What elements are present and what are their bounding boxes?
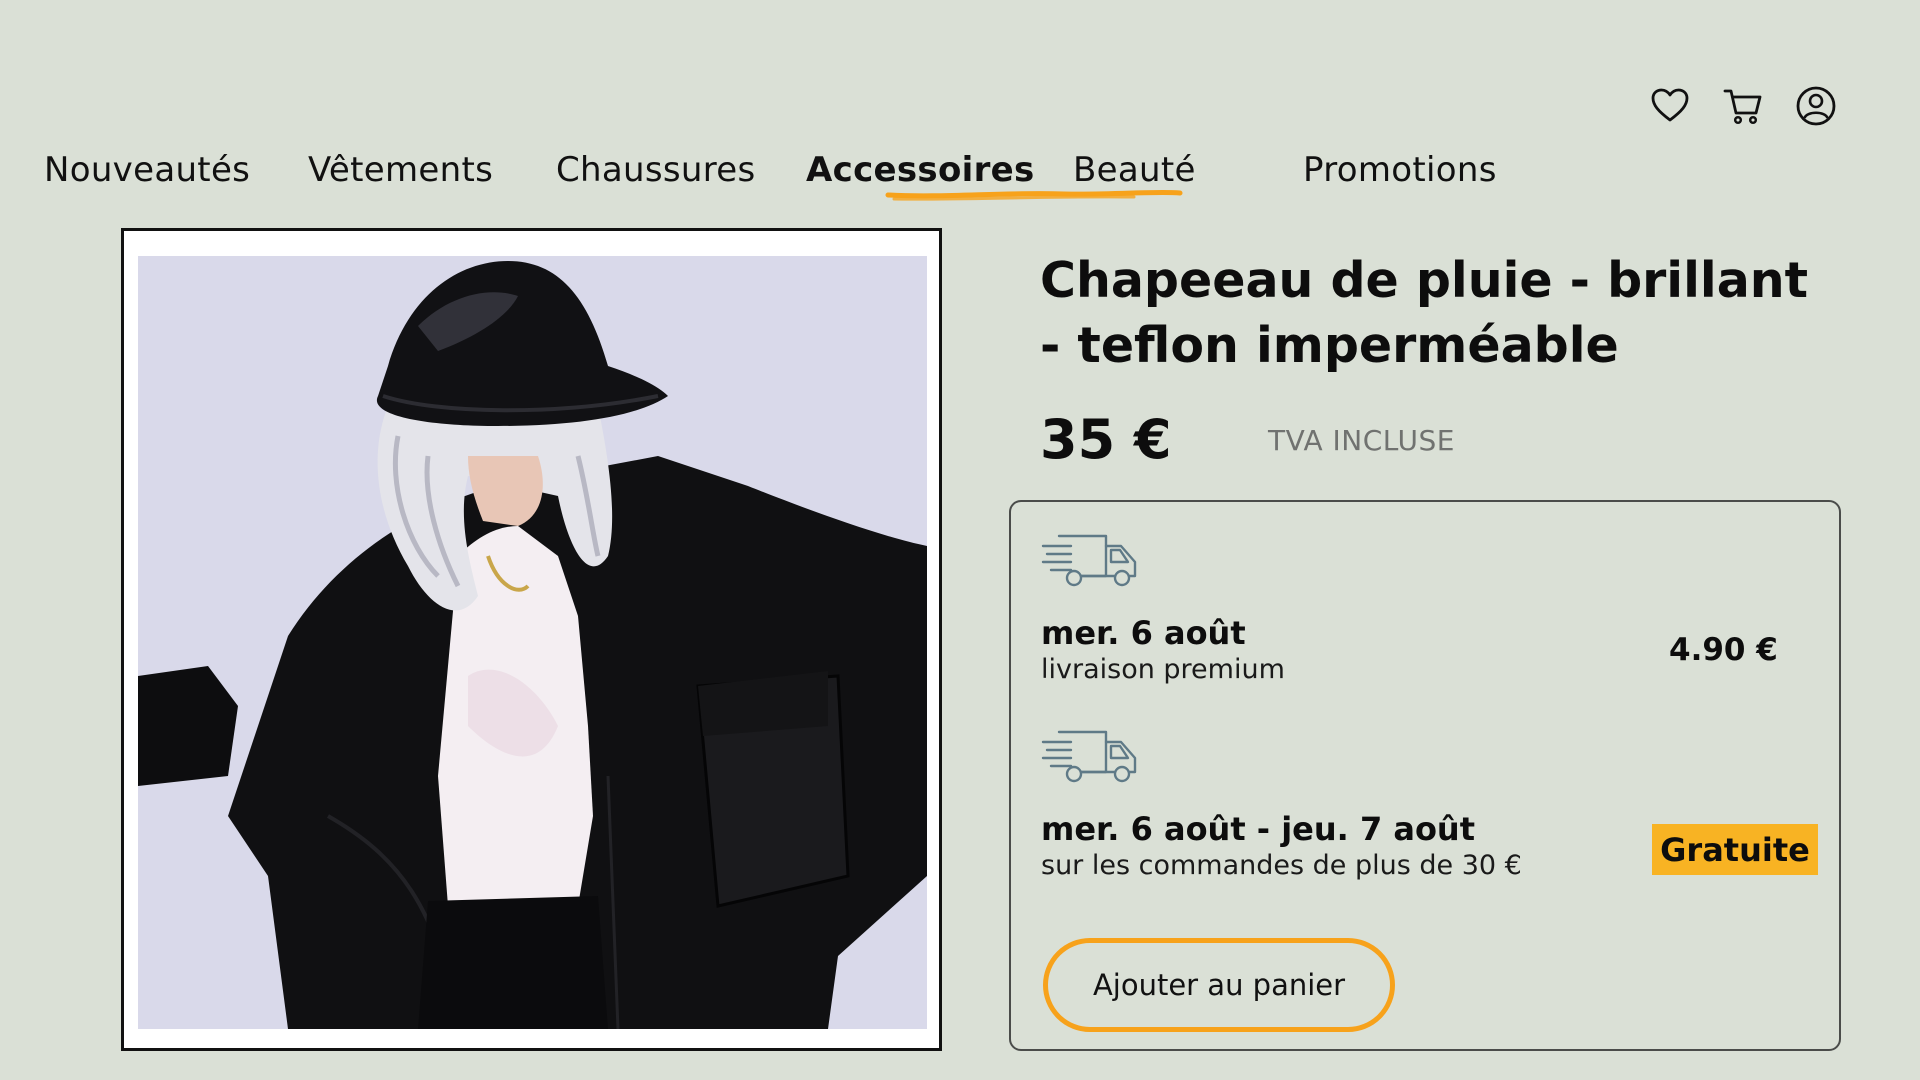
delivery-card: mer. 6 août livraison premium 4.90 € mer… (1009, 500, 1841, 1051)
header-icons (1650, 86, 1836, 126)
delivery-truck-icon (1041, 730, 1137, 783)
add-to-cart-button[interactable]: Ajouter au panier (1043, 938, 1395, 1032)
product-title: Chapeeau de pluie - brillant - teflon im… (1040, 252, 1809, 374)
delivery-truck-icon (1041, 534, 1137, 587)
nav-item-nouveautes[interactable]: Nouveautés (44, 150, 250, 190)
nav-item-promotions[interactable]: Promotions (1303, 150, 1497, 190)
vat-label: TVA INCLUSE (1268, 424, 1455, 457)
cart-icon[interactable] (1723, 86, 1763, 126)
product-image-frame (121, 228, 942, 1051)
delivery-date-standard: mer. 6 août - jeu. 7 août (1041, 810, 1475, 848)
product-image[interactable] (138, 256, 927, 1029)
delivery-date-premium: mer. 6 août (1041, 614, 1246, 652)
delivery-price-premium: 4.90 € (1669, 632, 1778, 668)
product-price: 35 € (1040, 408, 1172, 471)
delivery-description-premium: livraison premium (1041, 654, 1285, 685)
account-icon[interactable] (1796, 86, 1836, 126)
nav-item-vetements[interactable]: Vêtements (308, 150, 493, 190)
delivery-description-standard: sur les commandes de plus de 30 € (1041, 850, 1522, 881)
nav-item-chaussures[interactable]: Chaussures (556, 150, 756, 190)
heart-icon[interactable] (1650, 86, 1690, 126)
active-nav-underline (885, 189, 1183, 201)
free-shipping-badge: Gratuite (1652, 824, 1818, 875)
